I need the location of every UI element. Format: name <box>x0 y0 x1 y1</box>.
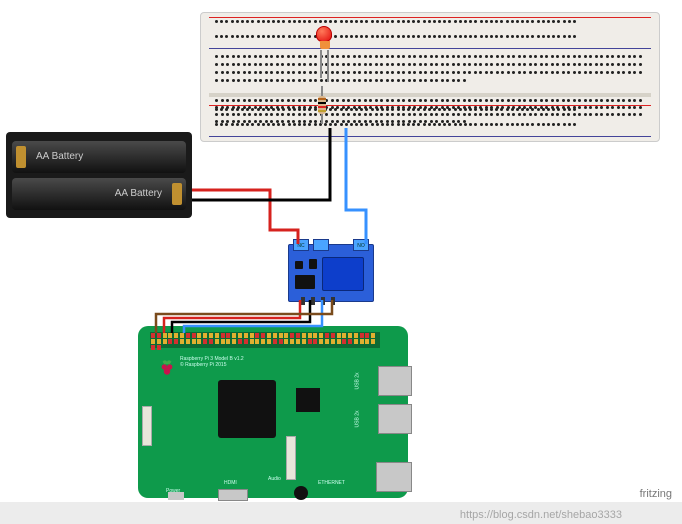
relay-module: NC NO <box>288 244 374 302</box>
pi-board-sub: © Raspberry Pi 2015 <box>180 362 244 368</box>
credit-fritzing: fritzing <box>640 488 672 500</box>
pi-label-usb1: USB 2x <box>355 373 361 390</box>
pi-gpio-header <box>150 332 380 348</box>
pi-label-audio: Audio <box>268 476 281 482</box>
relay-terminal-nc: NC <box>293 239 309 251</box>
breadboard <box>200 12 660 142</box>
pi-usb-port-2 <box>378 404 412 434</box>
relay-pin-extra <box>331 297 335 305</box>
pi-hdmi-port <box>218 489 248 501</box>
relay-terminal-com <box>313 239 329 251</box>
watermark-url: https://blog.csdn.net/shebao3333 <box>460 509 622 521</box>
pi-label-eth: ETHERNET <box>318 480 345 486</box>
wire-batt-pos-to-relay <box>192 190 298 244</box>
pi-label-usb2: USB 2x <box>355 411 361 428</box>
battery-aa-1: AA Battery <box>12 141 186 173</box>
pi-label-hdmi: HDMI <box>224 480 237 486</box>
raspberry-pi-3b: Raspberry Pi 3 Model B v1.2 © Raspberry … <box>138 326 408 498</box>
led-red <box>316 26 334 52</box>
pi-label-power: Power <box>166 488 180 494</box>
pi-audio-jack <box>294 486 308 500</box>
pi-camera-connector <box>286 436 296 480</box>
pi-display-connector <box>142 406 152 446</box>
resistor <box>318 90 326 120</box>
raspberry-pi-logo-icon <box>158 358 176 378</box>
battery-label: AA Battery <box>115 188 162 199</box>
pi-soc-chip <box>218 380 276 438</box>
relay-pin-in <box>321 297 325 305</box>
battery-aa-2: AA Battery <box>12 178 186 210</box>
pi-usb-port-1 <box>378 366 412 396</box>
wire-relay-no-to-bb <box>346 128 366 244</box>
relay-terminal-no: NO <box>353 239 369 251</box>
battery-label: AA Battery <box>36 151 83 162</box>
battery-holder-2xAA: AA Battery AA Battery <box>6 132 192 218</box>
pi-ram-chip <box>296 388 320 412</box>
relay-pin-gnd <box>311 297 315 305</box>
pi-ethernet-port <box>376 462 412 492</box>
relay-pin-vcc <box>301 297 305 305</box>
relay-coil-block <box>322 257 364 291</box>
